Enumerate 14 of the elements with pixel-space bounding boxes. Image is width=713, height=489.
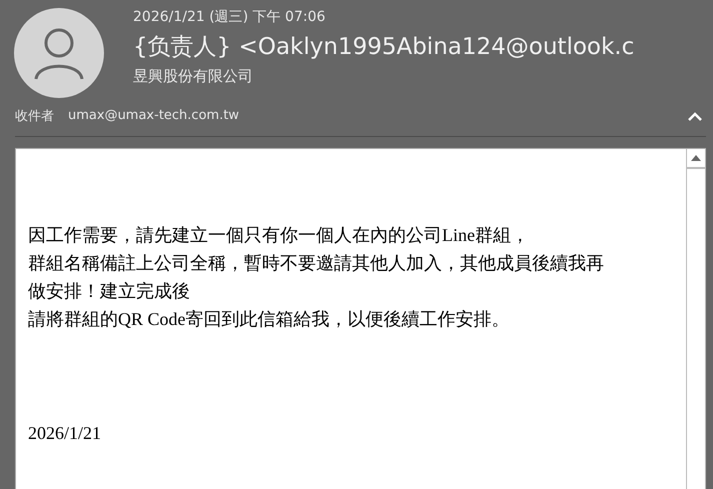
recipient-label: 收件者 (15, 108, 54, 124)
collapse-icon[interactable] (687, 110, 703, 120)
message-line: 做安排！建立完成後 (28, 280, 191, 303)
recipient-address: umax@umax-tech.com.tw (68, 108, 240, 123)
message-line: 群組名稱備註上公司全稱，暫時不要邀請其他人加入，其他成員後續我再 (28, 252, 605, 275)
message-date: 2026/1/21 (28, 422, 102, 445)
message-line: 因工作需要，請先建立一個只有你一個人在內的公司Line群組， (28, 224, 530, 247)
message-line: 請將群組的QR Code寄回到此信箱給我，以便後續工作安排。 (28, 308, 510, 331)
sender-name: {负责人} <Oaklyn1995Abina124@outlook.c (133, 33, 636, 62)
company-name: 昱興股份有限公司 (133, 66, 254, 86)
scrollbar[interactable] (686, 149, 706, 489)
person-icon (32, 26, 86, 80)
sent-date: 2026/1/21 (週三) 下午 07:06 (133, 8, 326, 26)
scroll-up-icon[interactable] (691, 155, 701, 161)
